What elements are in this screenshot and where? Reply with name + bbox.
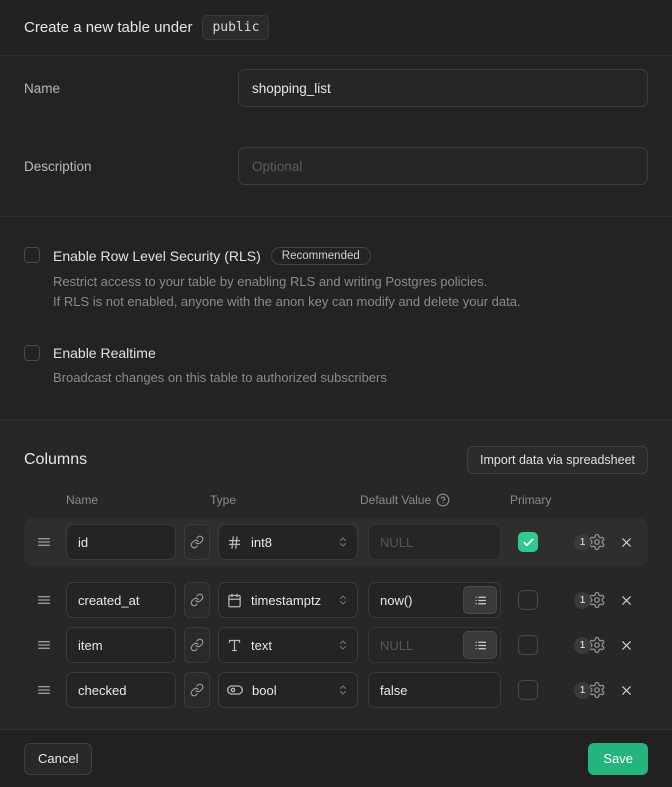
settings-count-badge: 1 bbox=[574, 592, 591, 609]
default-value-input[interactable] bbox=[368, 672, 501, 708]
rls-description-line: Restrict access to your table by enablin… bbox=[53, 272, 521, 292]
create-table-panel: Create a new table under public Name Des… bbox=[0, 0, 672, 787]
columns-header-row: Name Type Default Value Primary bbox=[24, 491, 648, 509]
primary-checkbox[interactable] bbox=[518, 532, 538, 552]
column-row: bool 1 bbox=[24, 671, 648, 709]
close-icon bbox=[619, 535, 634, 550]
link-icon bbox=[190, 683, 204, 697]
column-name-input[interactable] bbox=[66, 582, 176, 618]
primary-checkbox[interactable] bbox=[518, 635, 538, 655]
panel-header: Create a new table under public bbox=[0, 0, 672, 56]
general-fields-section: Name Description bbox=[0, 56, 672, 217]
link-icon bbox=[190, 535, 204, 549]
foreign-key-link-button[interactable] bbox=[184, 627, 210, 663]
rls-toggle-item: Enable Row Level Security (RLS) Recommen… bbox=[24, 247, 648, 312]
column-type-select[interactable]: int8 bbox=[218, 524, 358, 560]
header-primary: Primary bbox=[510, 493, 551, 507]
primary-checkbox[interactable] bbox=[518, 680, 538, 700]
settings-count-badge: 1 bbox=[574, 682, 591, 699]
suggestion-list-button[interactable] bbox=[463, 586, 497, 614]
chevrons-updown-icon bbox=[337, 594, 349, 606]
default-value-input[interactable] bbox=[368, 524, 501, 560]
foreign-key-link-button[interactable] bbox=[184, 524, 210, 560]
suggestion-list-button[interactable] bbox=[463, 631, 497, 659]
column-type-select[interactable]: bool bbox=[218, 672, 358, 708]
drag-handle-icon[interactable] bbox=[36, 682, 66, 698]
column-type-label: text bbox=[251, 638, 337, 653]
drag-handle-icon[interactable] bbox=[36, 592, 66, 608]
settings-count-badge: 1 bbox=[574, 534, 591, 551]
column-type-label: int8 bbox=[251, 535, 337, 550]
remove-column-button[interactable] bbox=[619, 593, 634, 608]
realtime-label: Enable Realtime bbox=[53, 345, 156, 361]
settings-count-badge: 1 bbox=[574, 637, 591, 654]
recommended-badge: Recommended bbox=[271, 247, 371, 265]
default-value-cell bbox=[368, 627, 501, 663]
column-type-label: bool bbox=[252, 683, 337, 698]
remove-column-button[interactable] bbox=[619, 535, 634, 550]
column-rows: int8 1 timestamptz 1 text 1 bool 1 bbox=[0, 518, 672, 709]
chevrons-updown-icon bbox=[337, 536, 349, 548]
foreign-key-link-button[interactable] bbox=[184, 582, 210, 618]
panel-title: Create a new table under bbox=[24, 19, 192, 36]
primary-checkbox[interactable] bbox=[518, 590, 538, 610]
hash-icon bbox=[227, 535, 242, 550]
column-type-select[interactable]: text bbox=[218, 627, 358, 663]
drag-handle-icon[interactable] bbox=[36, 637, 66, 653]
chevrons-updown-icon bbox=[337, 639, 349, 651]
column-settings-button[interactable]: 1 bbox=[574, 591, 606, 609]
save-button[interactable]: Save bbox=[588, 743, 648, 775]
column-settings-button[interactable]: 1 bbox=[574, 681, 606, 699]
panel-footer: Cancel Save bbox=[0, 729, 672, 787]
column-settings-button[interactable]: 1 bbox=[574, 636, 606, 654]
list-icon bbox=[474, 639, 487, 652]
table-name-input[interactable] bbox=[238, 69, 648, 107]
close-icon bbox=[619, 593, 634, 608]
foreign-key-link-button[interactable] bbox=[184, 672, 210, 708]
drag-handle-icon[interactable] bbox=[36, 534, 66, 550]
calendar-icon bbox=[227, 593, 242, 608]
link-icon bbox=[190, 638, 204, 652]
column-type-select[interactable]: timestamptz bbox=[218, 582, 358, 618]
column-type-label: timestamptz bbox=[251, 593, 337, 608]
rls-label: Enable Row Level Security (RLS) bbox=[53, 248, 261, 264]
text-icon bbox=[227, 638, 242, 653]
columns-title: Columns bbox=[24, 451, 87, 469]
close-icon bbox=[619, 683, 634, 698]
close-icon bbox=[619, 638, 634, 653]
column-name-input[interactable] bbox=[66, 524, 176, 560]
default-value-cell bbox=[368, 524, 501, 560]
rls-checkbox[interactable] bbox=[24, 247, 40, 263]
cancel-button[interactable]: Cancel bbox=[24, 743, 92, 775]
header-type: Type bbox=[210, 493, 350, 507]
default-value-cell bbox=[368, 582, 501, 618]
column-row: text 1 bbox=[24, 626, 648, 664]
import-spreadsheet-button[interactable]: Import data via spreadsheet bbox=[467, 446, 648, 474]
column-settings-button[interactable]: 1 bbox=[574, 533, 606, 551]
chevrons-updown-icon bbox=[337, 684, 349, 696]
description-label: Description bbox=[24, 159, 238, 174]
column-name-input[interactable] bbox=[66, 672, 176, 708]
remove-column-button[interactable] bbox=[619, 638, 634, 653]
help-circle-icon[interactable] bbox=[436, 493, 450, 507]
header-name: Name bbox=[66, 493, 176, 507]
rls-description-line: If RLS is not enabled, anyone with the a… bbox=[53, 292, 521, 312]
realtime-toggle-item: Enable Realtime Broadcast changes on thi… bbox=[24, 345, 648, 388]
remove-column-button[interactable] bbox=[619, 683, 634, 698]
header-default-value: Default Value bbox=[360, 493, 493, 507]
columns-section: Columns Import data via spreadsheet Name… bbox=[0, 420, 672, 729]
options-section: Enable Row Level Security (RLS) Recommen… bbox=[0, 217, 672, 420]
link-icon bbox=[190, 593, 204, 607]
table-description-input[interactable] bbox=[238, 147, 648, 185]
column-name-input[interactable] bbox=[66, 627, 176, 663]
default-value-cell bbox=[368, 672, 501, 708]
toggle-icon bbox=[227, 682, 243, 698]
name-label: Name bbox=[24, 81, 238, 96]
column-row: timestamptz 1 bbox=[24, 581, 648, 619]
column-row: int8 1 bbox=[24, 518, 648, 566]
list-icon bbox=[474, 594, 487, 607]
realtime-description-line: Broadcast changes on this table to autho… bbox=[53, 368, 387, 388]
realtime-checkbox[interactable] bbox=[24, 345, 40, 361]
schema-badge: public bbox=[202, 15, 269, 40]
